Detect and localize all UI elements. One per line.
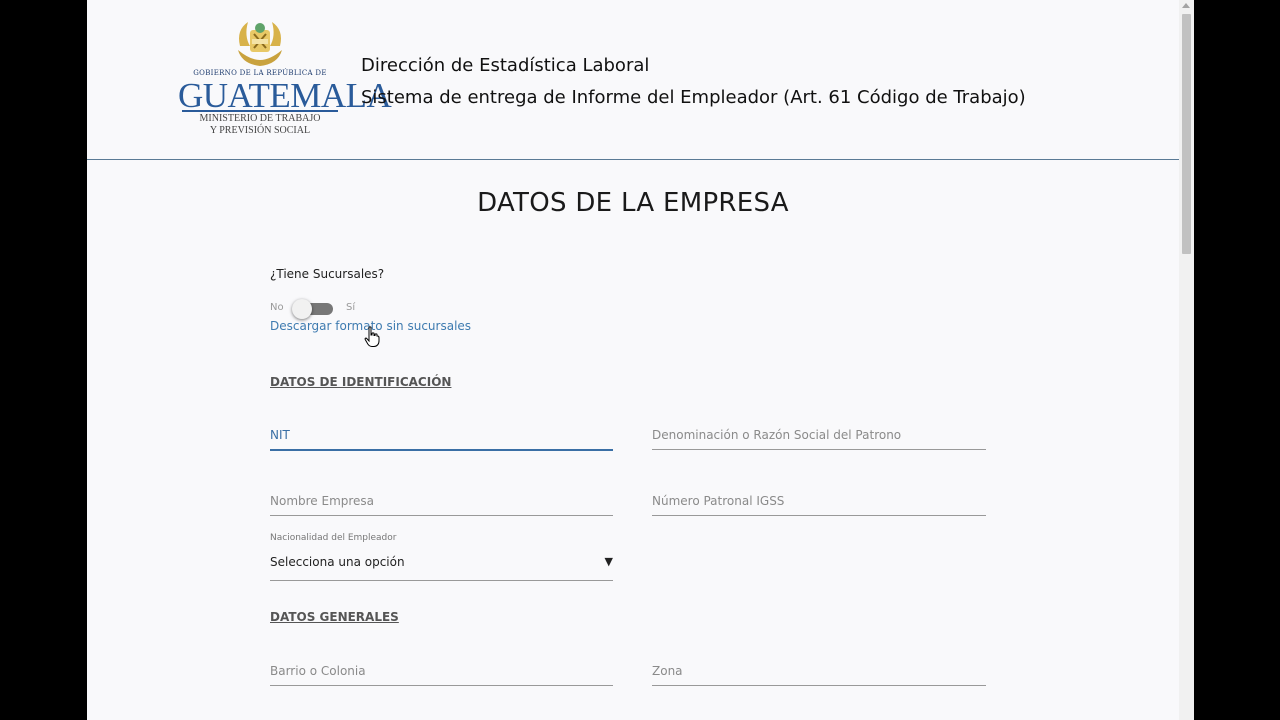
toggle-off-label: No: [270, 302, 284, 313]
toggle-knob[interactable]: [292, 299, 312, 319]
logo-ministerio-text: MINISTERIO DE TRABAJO: [199, 113, 321, 124]
page-title: DATOS DE LA EMPRESA: [477, 188, 789, 218]
nombre-empresa-placeholder: Nombre Empresa: [270, 494, 375, 508]
hand-pointer-icon: [364, 326, 380, 347]
nacionalidad-selected-value: Selecciona una opción: [270, 555, 405, 569]
numero-patronal-placeholder: Número Patronal IGSS: [652, 494, 785, 508]
coat-of-arms-icon: [238, 22, 282, 66]
sucursales-question: ¿Tiene Sucursales?: [270, 267, 385, 281]
nombre-empresa-field[interactable]: Nombre Empresa: [270, 489, 613, 516]
header-subtitle: Sistema de entrega de Informe del Emplea…: [361, 87, 1026, 108]
barrio-colonia-field[interactable]: Barrio o Colonia: [270, 659, 613, 686]
numero-patronal-field[interactable]: Número Patronal IGSS: [652, 489, 986, 516]
ministry-logo: GOBIERNO DE LA REPÚBLICA DE GUATEMALA MI…: [178, 16, 392, 140]
nit-field[interactable]: NIT: [270, 423, 613, 451]
nacionalidad-label: Nacionalidad del Empleador: [270, 533, 397, 543]
barrio-colonia-placeholder: Barrio o Colonia: [270, 664, 366, 678]
sucursales-toggle[interactable]: [292, 299, 333, 319]
section-generales-heading: DATOS GENERALES: [270, 610, 399, 624]
nit-placeholder: NIT: [270, 428, 290, 442]
vertical-scrollbar[interactable]: [1179, 0, 1194, 720]
zona-placeholder: Zona: [652, 664, 683, 678]
razon-social-field[interactable]: Denominación o Razón Social del Patrono: [652, 423, 986, 450]
site-header: GOBIERNO DE LA REPÚBLICA DE GUATEMALA MI…: [87, 0, 1179, 160]
scroll-up-arrow-icon[interactable]: [1182, 3, 1190, 8]
triangle-down-icon[interactable]: ▼: [605, 555, 613, 568]
logo-prevision-text: Y PREVISIÓN SOCIAL: [209, 125, 311, 136]
zona-field[interactable]: Zona: [652, 659, 986, 686]
scrollbar-thumb[interactable]: [1182, 14, 1191, 254]
header-title: Dirección de Estadística Laboral: [361, 55, 650, 76]
logo-divider: [182, 110, 338, 112]
browser-viewport: GOBIERNO DE LA REPÚBLICA DE GUATEMALA MI…: [87, 0, 1179, 720]
nacionalidad-select[interactable]: Selecciona una opción ▼: [270, 554, 613, 581]
section-identificacion-heading: DATOS DE IDENTIFICACIÓN: [270, 375, 452, 389]
toggle-on-label: Sí: [346, 302, 356, 313]
razon-social-placeholder: Denominación o Razón Social del Patrono: [652, 428, 902, 442]
